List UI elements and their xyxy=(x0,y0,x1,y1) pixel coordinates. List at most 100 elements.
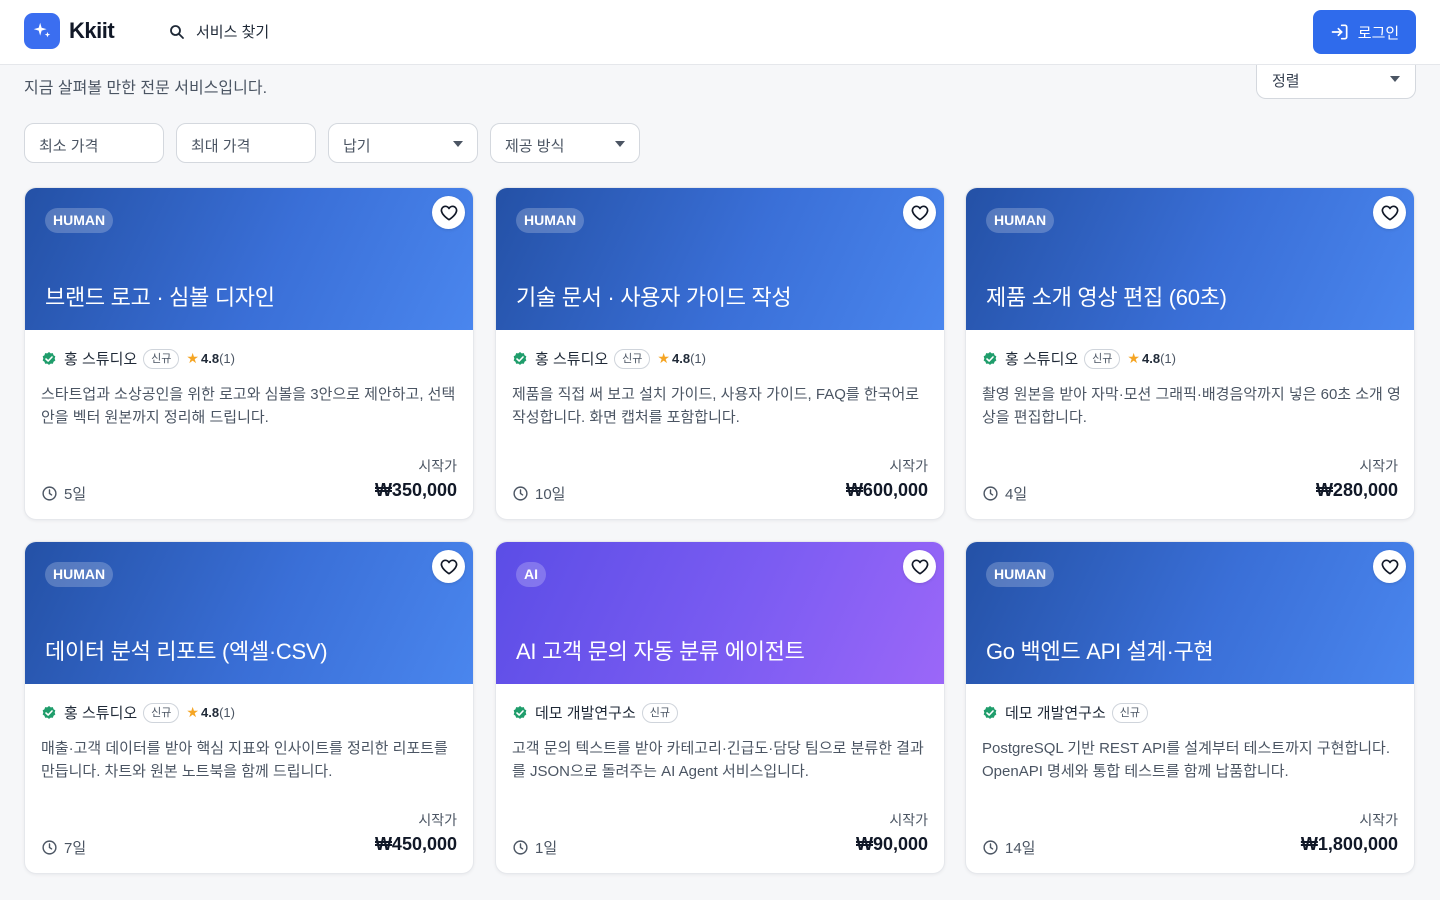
rating-score: 4.8 xyxy=(671,351,691,366)
clock-icon xyxy=(42,486,57,501)
card-banner: HUMAN 기술 문서 · 사용자 가이드 작성 xyxy=(496,188,944,330)
heart-icon xyxy=(911,204,928,220)
delivery-select[interactable]: 납기 xyxy=(328,123,478,163)
favorite-button[interactable] xyxy=(903,196,936,229)
verified-icon xyxy=(983,351,997,365)
max-price-placeholder: 최대 가격 xyxy=(191,138,251,155)
login-icon xyxy=(1331,24,1348,40)
clock-icon xyxy=(513,486,528,501)
card-banner: HUMAN 제품 소개 영상 편집 (60초) xyxy=(966,188,1414,330)
seller-name[interactable]: 홍 스튜디오 xyxy=(1005,348,1078,369)
seller-name[interactable]: 데모 개발연구소 xyxy=(535,702,636,723)
heart-icon xyxy=(1381,558,1398,574)
rating-count: (1) xyxy=(690,351,706,366)
login-button[interactable]: 로그인 xyxy=(1313,10,1416,54)
service-card[interactable]: HUMAN 데이터 분석 리포트 (엑셀·CSV) 홍 스튜디오 신규 ★ 4.… xyxy=(24,541,474,874)
duration: 4일 xyxy=(982,483,1027,504)
service-card[interactable]: HUMAN 브랜드 로고 · 심볼 디자인 홍 스튜디오 신규 ★ 4.8 (1… xyxy=(24,187,474,520)
sort-label: 정렬 xyxy=(1272,73,1300,90)
heart-icon xyxy=(1381,204,1398,220)
price-label: 시작가 xyxy=(889,812,928,828)
delivery-label: 납기 xyxy=(343,138,371,155)
verified-icon xyxy=(42,351,56,365)
card-title: 브랜드 로고 · 심볼 디자인 xyxy=(45,285,275,310)
provider-label: 제공 방식 xyxy=(505,138,565,155)
card-title: 제품 소개 영상 편집 (60초) xyxy=(986,285,1227,310)
favorite-button[interactable] xyxy=(903,550,936,583)
caret-down-icon xyxy=(615,141,625,147)
clock-icon xyxy=(42,840,57,855)
rating: ★ 4.8 (1) xyxy=(186,704,235,721)
login-label: 로그인 xyxy=(1357,24,1400,42)
duration: 10일 xyxy=(512,483,566,504)
new-tag: 신규 xyxy=(614,348,651,369)
brand-name: Kkiit xyxy=(69,18,115,43)
seller-name[interactable]: 데모 개발연구소 xyxy=(1005,702,1106,723)
seller-name[interactable]: 홍 스튜디오 xyxy=(64,702,137,723)
duration-value: 14일 xyxy=(1005,840,1036,857)
caret-down-icon xyxy=(1390,76,1400,82)
clock-icon xyxy=(983,840,998,855)
rating-score: 4.8 xyxy=(200,351,220,366)
max-price-input[interactable]: 최대 가격 xyxy=(176,123,316,163)
sort-select[interactable]: 정렬 xyxy=(1256,60,1416,99)
min-price-input[interactable]: 최소 가격 xyxy=(24,123,164,163)
verified-icon xyxy=(513,705,527,719)
duration: 5일 xyxy=(41,483,86,504)
card-description: 고객 문의 텍스트를 받아 카테고리·긴급도·담당 팀으로 분류한 결과를 JS… xyxy=(512,740,924,780)
duration-value: 1일 xyxy=(535,840,558,857)
favorite-button[interactable] xyxy=(1373,196,1406,229)
price-label: 시작가 xyxy=(1359,458,1398,474)
favorite-button[interactable] xyxy=(1373,550,1406,583)
service-card[interactable]: HUMAN 제품 소개 영상 편집 (60초) 홍 스튜디오 신규 ★ 4.8 … xyxy=(965,187,1415,520)
card-description: 촬영 원본을 받아 자막·모션 그래픽·배경음악까지 넣은 60초 소개 영상을… xyxy=(982,386,1401,426)
service-card[interactable]: HUMAN 기술 문서 · 사용자 가이드 작성 홍 스튜디오 신규 ★ 4.8… xyxy=(495,187,945,520)
card-description: PostgreSQL 기반 REST API를 설계부터 테스트까지 구현합니다… xyxy=(982,740,1391,780)
seller-row: 데모 개발연구소 신규 xyxy=(982,702,1149,723)
new-tag: 신규 xyxy=(641,702,679,723)
seller-name[interactable]: 홍 스튜디오 xyxy=(535,348,608,369)
duration-value: 4일 xyxy=(1005,486,1028,503)
seller-row: 홍 스튜디오 신규 ★ 4.8 (1) xyxy=(41,348,235,369)
card-title: 기술 문서 · 사용자 가이드 작성 xyxy=(516,285,792,310)
verified-icon xyxy=(42,705,56,719)
new-tag: 신규 xyxy=(1084,348,1121,369)
sparkle-icon xyxy=(24,13,60,49)
rating: ★ 4.8 (1) xyxy=(657,350,706,367)
rating-count: (1) xyxy=(1160,351,1176,366)
seller-name[interactable]: 홍 스튜디오 xyxy=(64,348,137,369)
heart-icon xyxy=(911,558,928,574)
new-tag: 신규 xyxy=(143,702,180,723)
service-card[interactable]: HUMAN Go 백엔드 API 설계·구현 데모 개발연구소 신규 Postg… xyxy=(965,541,1415,874)
search-link[interactable]: 서비스 찾기 xyxy=(168,21,269,42)
rating-score: 4.8 xyxy=(1141,351,1161,366)
duration: 7일 xyxy=(41,837,86,858)
new-tag: 신규 xyxy=(143,348,180,369)
search-label: 서비스 찾기 xyxy=(196,24,270,41)
card-description: 스타트업과 소상공인을 위한 로고와 심볼을 3안으로 제안하고, 선택안을 벡… xyxy=(41,386,456,426)
type-badge: HUMAN xyxy=(45,208,114,233)
card-description: 제품을 직접 써 보고 설치 가이드, 사용자 가이드, FAQ를 한국어로 작… xyxy=(512,386,920,426)
card-title: 데이터 분석 리포트 (엑셀·CSV) xyxy=(45,639,328,664)
price-value: ₩600,000 xyxy=(845,480,928,500)
price-label: 시작가 xyxy=(1359,812,1398,828)
duration-value: 10일 xyxy=(535,486,566,503)
card-description: 매출·고객 데이터를 받아 핵심 지표와 인사이트를 정리한 리포트를 만듭니다… xyxy=(41,740,448,780)
type-badge: AI xyxy=(516,562,546,587)
favorite-button[interactable] xyxy=(432,196,465,229)
favorite-button[interactable] xyxy=(432,550,465,583)
price-label: 시작가 xyxy=(889,458,928,474)
provider-select[interactable]: 제공 방식 xyxy=(490,123,640,163)
star-icon: ★ xyxy=(657,350,670,366)
card-banner: HUMAN 브랜드 로고 · 심볼 디자인 xyxy=(25,188,473,330)
brand-logo[interactable]: Kkiit xyxy=(24,13,115,49)
rating: ★ 4.8 (1) xyxy=(186,350,235,367)
clock-icon xyxy=(983,486,998,501)
rating-score: 4.8 xyxy=(200,705,220,720)
price-value: ₩450,000 xyxy=(374,834,457,854)
caret-down-icon xyxy=(453,141,463,147)
card-title: AI 고객 문의 자동 분류 에이전트 xyxy=(516,639,805,664)
type-badge: HUMAN xyxy=(45,562,114,587)
service-card[interactable]: AI AI 고객 문의 자동 분류 에이전트 데모 개발연구소 신규 고객 문의… xyxy=(495,541,945,874)
seller-row: 홍 스튜디오 신규 ★ 4.8 (1) xyxy=(41,702,235,723)
